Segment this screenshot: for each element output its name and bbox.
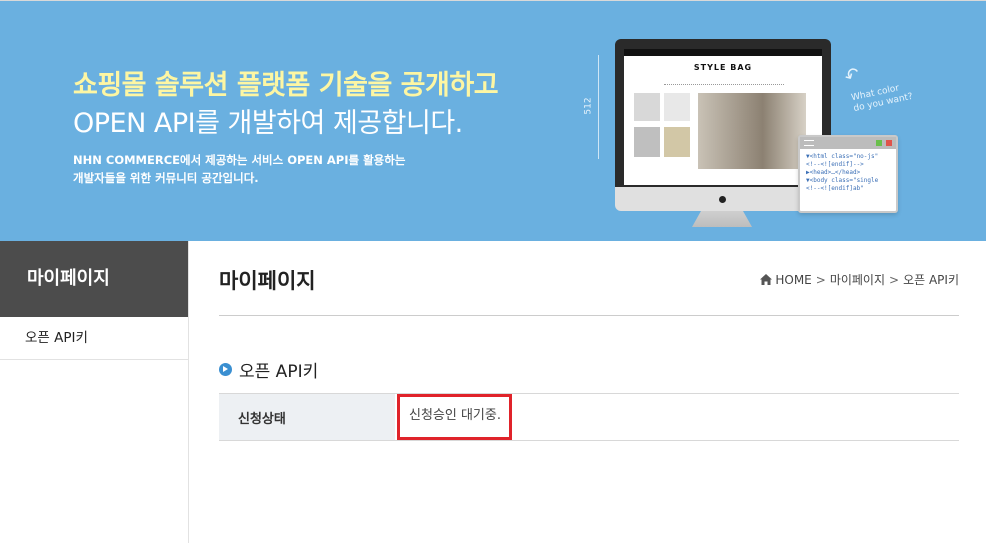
circle-arrow-right-icon [219,363,232,376]
hero-banner: 쇼핑몰 솔루션 플랫폼 기술을 공개하고 OPEN API를 개발하여 제공합니… [0,0,986,241]
section-title: 오픈 API키 [239,362,319,382]
maximize-icon [876,140,882,146]
main-content: 마이페이지 HOME > 마이페이지 > 오픈 API키 오픈 API키 신청상… [219,241,959,543]
illustration-note: What color do you want? [850,81,914,115]
screen-thumb [634,127,660,157]
hero-title-line1: 쇼핑몰 솔루션 플랫폼 기술을 공개하고 [73,70,499,101]
monitor-button [719,196,726,203]
screen-thumb [664,93,690,121]
status-highlight: 신청승인 대기중. [397,394,512,440]
screen-thumb [634,93,660,121]
table-row: 신청상태 신청승인 대기중. [219,393,959,441]
screen-nav [624,49,822,56]
status-value: 신청승인 대기중. [409,408,501,423]
breadcrumb-current: 오픈 API키 [903,273,959,287]
hero-desc-line2: 개발자들을 위한 커뮤니티 공간입니다. [73,171,259,185]
title-divider [219,315,959,316]
breadcrumb-separator: > [889,272,900,287]
hero-title-line2: OPEN API를 개발하여 제공합니다. [73,108,463,139]
hero-desc-line1: NHN COMMERCE에서 제공하는 서비스 OPEN API를 활용하는 [73,153,406,167]
close-icon [886,140,892,146]
section-header: 오픈 API키 [219,357,318,382]
code-line: <!--<![endif]--> [806,161,864,168]
hero-illustration: 512 STYLE BAG ↶ What color do you want? … [580,37,920,227]
screen-thumb [664,127,690,157]
code-line: ▼<html class="no-js" [806,153,879,160]
code-line: ▶<head>…</head> [806,169,861,176]
illustration-note-text: What color do you want? [850,83,914,115]
breadcrumb-separator: > [815,272,826,287]
code-line: <!--<![endif]ab" [806,185,864,192]
sidebar-heading: 마이페이지 [0,241,188,317]
table-label-status: 신청상태 [219,393,395,441]
monitor-stand [692,211,752,227]
code-lines: ▼<html class="no-js" <!--<![endif]--> ▶<… [800,149,896,197]
code-line: ▼<body class="single [806,177,879,184]
screen-brand: STYLE BAG [693,63,753,72]
hero-description: NHN COMMERCE에서 제공하는 서비스 OPEN API를 활용하는 개… [73,151,405,187]
sidebar: 마이페이지 오픈 API키 [0,241,189,543]
curved-arrow-icon: ↶ [840,62,865,89]
screen-hero-image [698,93,806,169]
screen-menu [664,84,784,86]
table-value-cell: 신청승인 대기중. [395,394,959,441]
home-icon [760,274,773,285]
breadcrumb-mypage[interactable]: 마이페이지 [830,271,885,288]
breadcrumb: HOME > 마이페이지 > 오픈 API키 [760,271,959,288]
breadcrumb-home[interactable]: HOME [775,273,811,287]
ruler-label: 512 [583,97,594,115]
menu-icon [804,140,814,146]
ruler-line [598,55,602,159]
sidebar-item-open-api-key[interactable]: 오픈 API키 [0,317,188,360]
page-title: 마이페이지 [219,269,316,293]
api-key-info-table: 신청상태 신청승인 대기중. [219,393,959,441]
monitor-screen: STYLE BAG [624,49,822,185]
code-window-titlebar [800,137,896,149]
code-window: ▼<html class="no-js" <!--<![endif]--> ▶<… [798,135,898,213]
